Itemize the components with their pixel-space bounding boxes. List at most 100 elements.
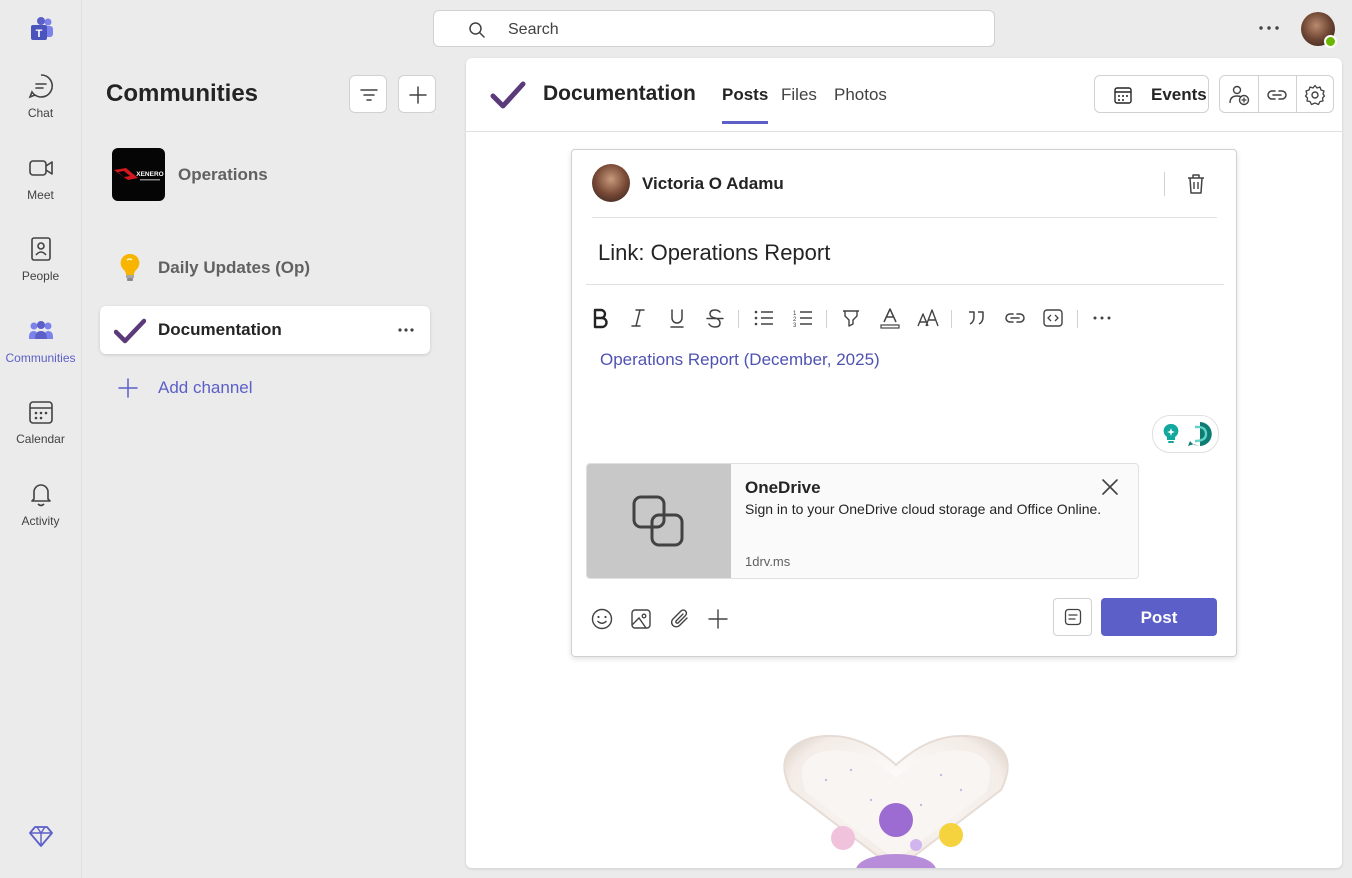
subject-input[interactable] (598, 238, 1208, 268)
onedrive-link-icon (632, 495, 684, 547)
tab-posts[interactable]: Posts (722, 85, 769, 124)
bullet-list-button[interactable] (750, 304, 778, 332)
rail-chat[interactable]: Chat (0, 72, 81, 142)
gear-icon (1304, 84, 1326, 106)
font-color-icon (880, 308, 900, 329)
team-operations[interactable]: XENERO Operations (112, 148, 452, 202)
search-icon (469, 22, 485, 38)
link-preview-card[interactable]: OneDrive Sign in to your OneDrive cloud … (586, 463, 1139, 579)
numbered-list-icon: 123 (793, 311, 812, 329)
italic-icon (631, 309, 645, 327)
strikethrough-icon (706, 309, 724, 328)
chat-icon (28, 74, 53, 99)
copy-link-button[interactable] (1258, 76, 1296, 112)
attach-button[interactable] (666, 605, 694, 633)
plus-icon (118, 378, 138, 398)
link-preview-description: Sign in to your OneDrive cloud storage a… (745, 501, 1102, 517)
bold-button[interactable] (586, 304, 614, 332)
channel-header: Documentation Posts Files Photos Events (466, 58, 1342, 132)
communities-icon (28, 321, 53, 339)
code-icon (1043, 309, 1063, 327)
quote-icon (969, 311, 984, 325)
add-channel-label: Add channel (158, 378, 253, 397)
new-community-button[interactable] (398, 75, 436, 113)
rail-communities[interactable]: Communities (0, 317, 81, 387)
rail-communities-label: Communities (5, 351, 76, 365)
author-name: Victoria O Adamu (642, 174, 784, 193)
channel-documentation[interactable]: Documentation (100, 306, 430, 354)
channel-actions (1219, 75, 1334, 113)
app-rail: T Chat Meet People Communities Calendar … (0, 0, 82, 878)
add-member-button[interactable] (1220, 76, 1258, 112)
more-formatting-button[interactable] (1088, 304, 1116, 332)
code-snippet-button[interactable] (1039, 304, 1067, 332)
filter-button[interactable] (349, 75, 387, 113)
rail-chat-label: Chat (27, 106, 54, 120)
image-icon (631, 609, 651, 629)
channel-more-icon[interactable] (396, 320, 416, 340)
copilot-button[interactable] (1152, 415, 1219, 453)
close-icon[interactable] (1100, 477, 1120, 497)
svg-text:T: T (36, 28, 43, 40)
rail-activity[interactable]: Activity (0, 480, 81, 550)
empty-state-illustration (783, 734, 1009, 868)
add-person-icon (1229, 85, 1250, 106)
plus-icon (409, 86, 427, 104)
emoji-button[interactable] (588, 605, 616, 633)
svg-text:3: 3 (793, 323, 797, 329)
trash-icon[interactable] (1184, 172, 1208, 196)
rail-meet-label: Meet (27, 188, 54, 202)
link-preview-title: OneDrive (745, 478, 821, 497)
numbered-list-button[interactable]: 123 (789, 304, 817, 332)
font-color-button[interactable] (876, 304, 904, 332)
quote-button[interactable] (962, 304, 990, 332)
post-composer: Victoria O Adamu Link: Operations Report… (571, 149, 1237, 657)
channel-daily-updates-label: Daily Updates (Op) (158, 258, 311, 277)
insert-link-button[interactable] (1001, 304, 1029, 332)
team-logo-text: XENERO (136, 171, 163, 178)
italic-button[interactable] (624, 304, 652, 332)
user-avatar[interactable] (1301, 12, 1337, 48)
rail-calendar[interactable]: Calendar (0, 398, 81, 468)
channel-checkmark-icon (490, 81, 526, 109)
loop-icon (1188, 422, 1212, 446)
more-icon (1093, 316, 1111, 320)
strikethrough-button[interactable] (701, 304, 729, 332)
events-label: Events (1151, 85, 1207, 104)
note-icon (1064, 608, 1082, 626)
calendar-icon (1114, 87, 1132, 104)
premium-diamond-icon[interactable] (27, 822, 55, 850)
tab-files[interactable]: Files (781, 85, 817, 121)
rail-people-label: People (21, 269, 60, 283)
compose-options-button[interactable] (1053, 598, 1092, 636)
events-button[interactable]: Events (1094, 75, 1209, 113)
search-input[interactable] (506, 19, 980, 41)
message-link[interactable]: Operations Report (December, 2025) (600, 350, 880, 370)
font-size-icon (917, 309, 939, 327)
add-channel-button[interactable]: Add channel (100, 368, 430, 408)
channel-documentation-label: Documentation (158, 320, 282, 339)
more-options-icon[interactable] (1256, 18, 1282, 38)
teams-logo-icon[interactable]: T (27, 15, 55, 43)
more-actions-button[interactable] (704, 605, 732, 633)
post-button[interactable]: Post (1101, 598, 1217, 636)
rail-activity-label: Activity (21, 514, 60, 528)
link-preview-thumbnail (587, 464, 731, 578)
loop-lightbulb-icon (1163, 423, 1179, 443)
tab-photos[interactable]: Photos (834, 85, 887, 121)
highlight-button[interactable] (837, 304, 865, 332)
channel-daily-updates[interactable]: Daily Updates (Op) (100, 244, 430, 292)
communities-sidebar: Communities XENERO Operations Daily Upda… (82, 58, 457, 878)
plus-icon (708, 609, 728, 629)
underline-button[interactable] (663, 304, 691, 332)
search-box[interactable] (433, 10, 995, 47)
image-button[interactable] (627, 605, 655, 633)
author-avatar (592, 164, 630, 202)
channel-title: Documentation (543, 82, 696, 105)
rail-people[interactable]: People (0, 235, 81, 305)
settings-button[interactable] (1296, 76, 1334, 112)
channel-pane: Documentation Posts Files Photos Events (466, 58, 1342, 868)
rail-meet[interactable]: Meet (0, 154, 81, 224)
filter-icon (360, 89, 378, 101)
font-size-button[interactable] (914, 304, 942, 332)
